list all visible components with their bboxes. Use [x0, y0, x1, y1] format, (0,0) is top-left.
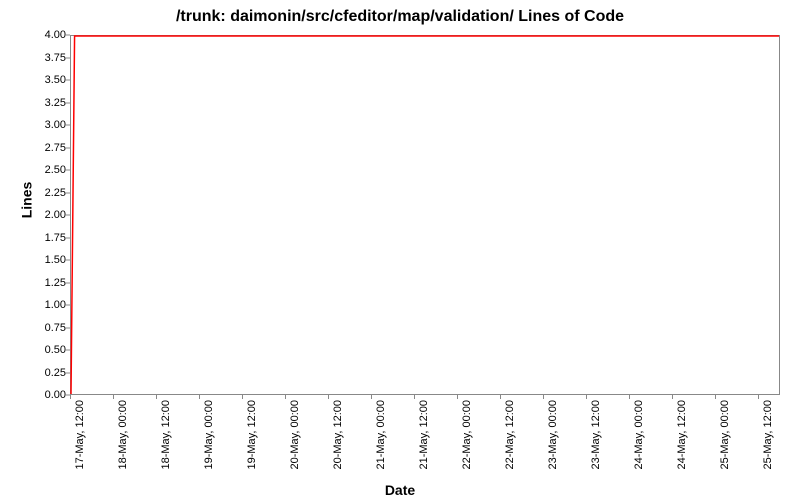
y-tick-mark [66, 147, 70, 148]
x-tick-mark [758, 395, 759, 399]
x-tick-mark [672, 395, 673, 399]
y-tick-mark [66, 305, 70, 306]
x-tick-mark [156, 395, 157, 399]
x-tick-mark [242, 395, 243, 399]
x-tick-mark [328, 395, 329, 399]
y-tick-mark [66, 350, 70, 351]
y-tick-label: 0.50 [26, 344, 66, 356]
y-tick-label: 2.50 [26, 164, 66, 176]
x-tick-label: 25-May, 12:00 [762, 400, 774, 470]
x-tick-label: 25-May, 00:00 [719, 400, 731, 470]
x-tick-label: 20-May, 12:00 [332, 400, 344, 470]
x-tick-label: 21-May, 12:00 [418, 400, 430, 470]
y-tick-mark [66, 327, 70, 328]
x-tick-label: 18-May, 12:00 [160, 400, 172, 470]
y-tick-label: 1.00 [26, 299, 66, 311]
plot-area [70, 35, 780, 395]
y-tick-mark [66, 80, 70, 81]
y-tick-mark [66, 102, 70, 103]
x-tick-mark [199, 395, 200, 399]
x-tick-label: 22-May, 00:00 [461, 400, 473, 470]
y-tick-mark [66, 57, 70, 58]
x-tick-label: 22-May, 12:00 [504, 400, 516, 470]
y-tick-mark [66, 260, 70, 261]
y-tick-label: 4.00 [26, 29, 66, 41]
y-tick-label: 2.25 [26, 187, 66, 199]
x-axis-label: Date [0, 482, 800, 498]
y-tick-mark [66, 372, 70, 373]
x-tick-mark [414, 395, 415, 399]
x-tick-label: 21-May, 00:00 [375, 400, 387, 470]
y-tick-label: 1.25 [26, 277, 66, 289]
y-tick-mark [66, 35, 70, 36]
chart-title: /trunk: daimonin/src/cfeditor/map/valida… [0, 8, 800, 26]
y-tick-mark [66, 237, 70, 238]
x-tick-label: 23-May, 00:00 [547, 400, 559, 470]
x-tick-label: 20-May, 00:00 [289, 400, 301, 470]
y-tick-mark [66, 192, 70, 193]
y-tick-label: 0.25 [26, 367, 66, 379]
x-tick-label: 17-May, 12:00 [74, 400, 86, 470]
x-tick-mark [70, 395, 71, 399]
x-tick-mark [586, 395, 587, 399]
x-tick-mark [457, 395, 458, 399]
y-tick-label: 3.00 [26, 119, 66, 131]
x-tick-label: 18-May, 00:00 [117, 400, 129, 470]
x-tick-mark [629, 395, 630, 399]
y-tick-label: 0.75 [26, 322, 66, 334]
y-tick-label: 2.00 [26, 209, 66, 221]
y-tick-mark [66, 215, 70, 216]
y-tick-label: 2.75 [26, 142, 66, 154]
y-tick-mark [66, 282, 70, 283]
y-tick-label: 0.00 [26, 389, 66, 401]
x-tick-label: 24-May, 12:00 [676, 400, 688, 470]
x-tick-mark [500, 395, 501, 399]
x-tick-mark [543, 395, 544, 399]
y-tick-label: 3.75 [26, 52, 66, 64]
x-tick-label: 19-May, 12:00 [246, 400, 258, 470]
y-tick-mark [66, 170, 70, 171]
x-tick-mark [371, 395, 372, 399]
x-tick-label: 23-May, 12:00 [590, 400, 602, 470]
x-tick-mark [715, 395, 716, 399]
y-tick-label: 3.50 [26, 74, 66, 86]
chart-container: /trunk: daimonin/src/cfeditor/map/valida… [0, 0, 800, 500]
x-tick-label: 24-May, 00:00 [633, 400, 645, 470]
data-series-line [71, 36, 779, 394]
x-tick-mark [113, 395, 114, 399]
y-tick-label: 3.25 [26, 97, 66, 109]
y-tick-mark [66, 125, 70, 126]
y-tick-label: 1.50 [26, 254, 66, 266]
x-tick-label: 19-May, 00:00 [203, 400, 215, 470]
x-tick-mark [285, 395, 286, 399]
y-tick-label: 1.75 [26, 232, 66, 244]
